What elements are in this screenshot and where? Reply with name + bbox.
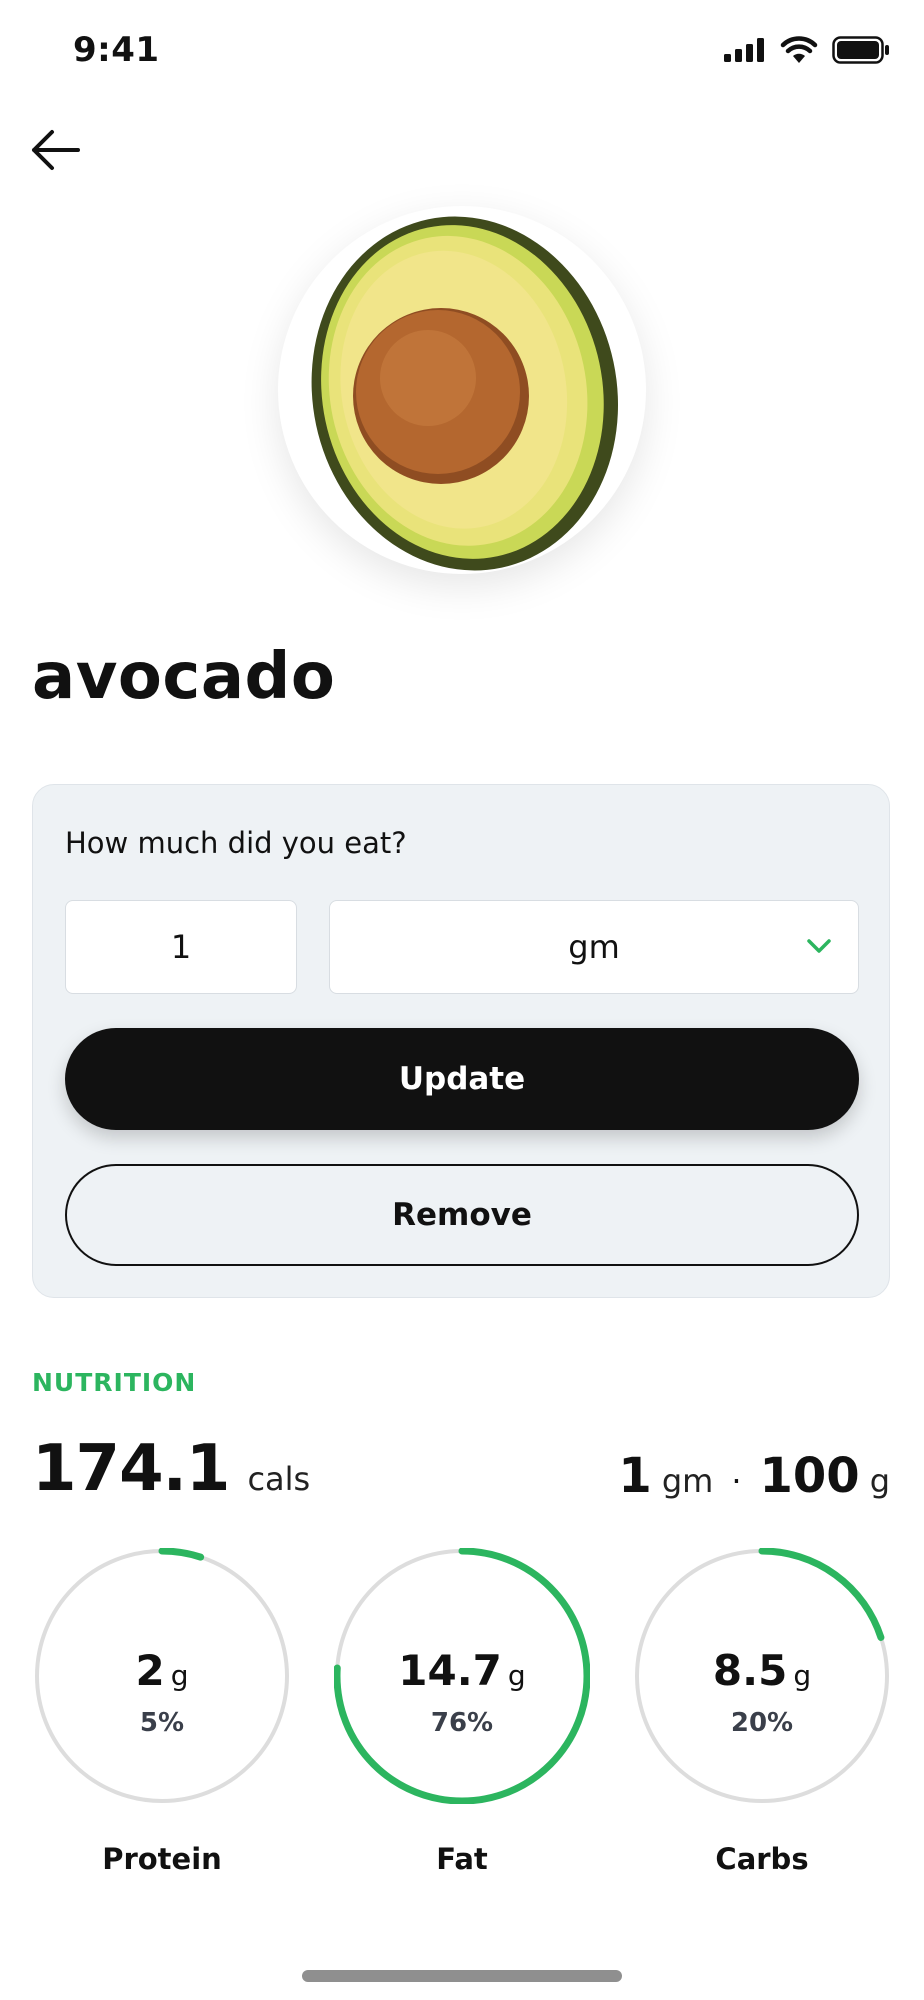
macro-fat: 14.7 g 76% Fat bbox=[330, 1548, 594, 1888]
macro-percent: 20% bbox=[730, 1708, 794, 1738]
unit-select-value: gm bbox=[568, 928, 620, 966]
wifi-icon bbox=[780, 36, 818, 63]
unit-select[interactable]: gm bbox=[329, 900, 859, 994]
serving-info: 1 gm · 100 g bbox=[618, 1448, 890, 1504]
cellular-signal-icon bbox=[724, 38, 764, 62]
macro-name: Protein bbox=[102, 1842, 222, 1876]
calories-row: 174.1 cals bbox=[32, 1432, 310, 1506]
serving-weight-unit: g bbox=[869, 1462, 890, 1500]
macro-amount: 14.7 g bbox=[330, 1646, 594, 1695]
macro-percent: 76% bbox=[430, 1708, 494, 1738]
macro-carbs: 8.5 g 20% Carbs bbox=[630, 1548, 894, 1888]
serving-weight: 100 bbox=[759, 1448, 860, 1504]
nutrition-section-label: NUTRITION bbox=[32, 1368, 197, 1397]
macro-name: Carbs bbox=[715, 1842, 809, 1876]
back-button[interactable] bbox=[28, 126, 82, 174]
chevron-down-icon bbox=[807, 939, 831, 953]
macro-unit: g bbox=[170, 1659, 189, 1692]
portion-question: How much did you eat? bbox=[65, 826, 407, 860]
macro-value: 8.5 bbox=[712, 1646, 788, 1695]
macro-protein: 2g 5% Protein bbox=[30, 1548, 294, 1888]
calories-unit: cals bbox=[247, 1460, 311, 1498]
serving-qty: 1 bbox=[618, 1448, 652, 1504]
serving-unit: gm bbox=[661, 1462, 714, 1500]
serving-separator: · bbox=[731, 1462, 742, 1500]
home-indicator bbox=[302, 1970, 622, 1982]
macro-percent: 5% bbox=[139, 1708, 185, 1738]
food-image bbox=[278, 206, 646, 574]
macro-amount: 2g bbox=[30, 1646, 294, 1695]
status-time: 9:41 bbox=[73, 30, 160, 70]
macro-unit: g bbox=[507, 1659, 526, 1692]
food-title: avocado bbox=[32, 640, 336, 714]
quantity-input[interactable] bbox=[65, 900, 297, 994]
battery-icon bbox=[832, 36, 889, 64]
macro-amount: 8.5 g bbox=[630, 1646, 894, 1695]
calories-value: 174.1 bbox=[32, 1432, 230, 1506]
arrow-left-icon bbox=[32, 130, 80, 170]
macro-unit: g bbox=[793, 1659, 812, 1692]
status-icons bbox=[724, 36, 890, 64]
macro-value: 2 bbox=[135, 1646, 165, 1695]
update-button[interactable]: Update bbox=[65, 1028, 859, 1130]
macro-name: Fat bbox=[436, 1842, 488, 1876]
remove-button[interactable]: Remove bbox=[65, 1164, 859, 1266]
avocado-illustration bbox=[311, 216, 619, 571]
macro-value: 14.7 bbox=[398, 1646, 502, 1695]
